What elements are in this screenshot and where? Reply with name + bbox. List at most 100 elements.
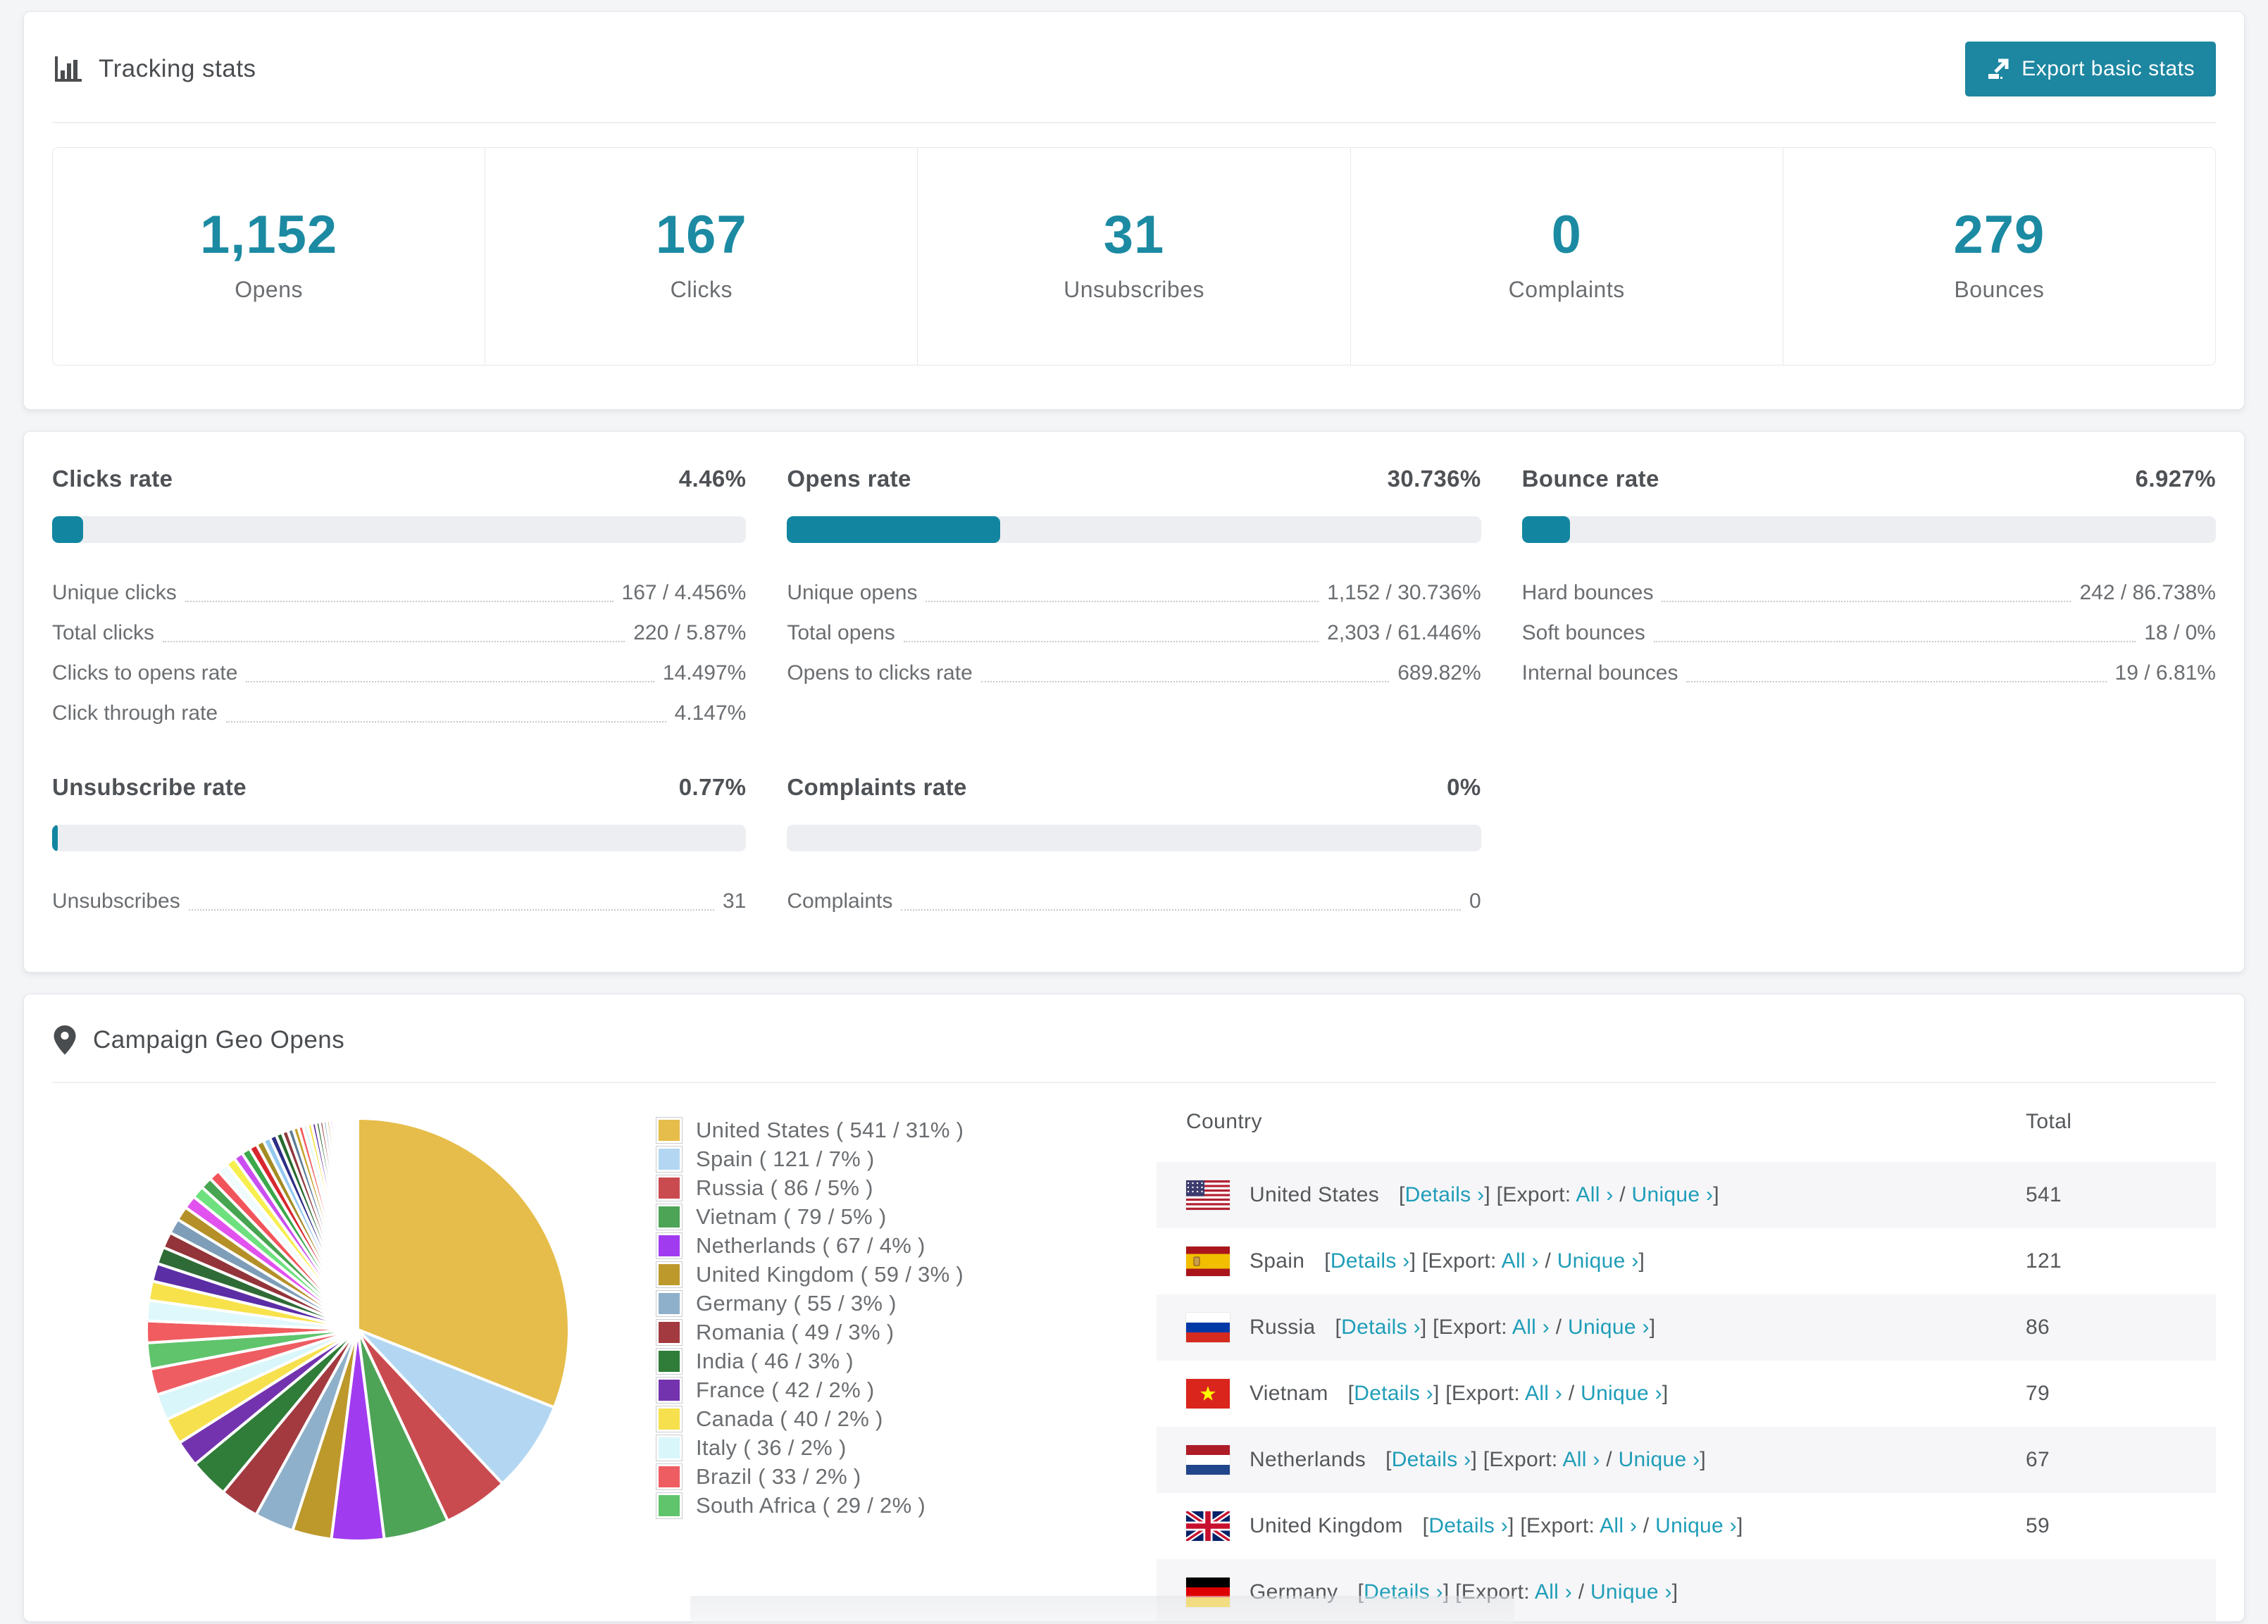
export-unique-link[interactable]: Unique › bbox=[1581, 1382, 1662, 1405]
details-link[interactable]: Details › bbox=[1341, 1316, 1421, 1339]
legend-swatch bbox=[656, 1145, 683, 1173]
summary-stat-bounces: 279 Bounces bbox=[1782, 148, 2215, 365]
export-icon bbox=[1988, 58, 2009, 79]
rate-row-total-opens: Total opens 2,303 / 61.446% bbox=[787, 613, 1481, 653]
legend-label: South Africa ( 29 / 2% ) bbox=[696, 1492, 926, 1518]
geo-opens-pie-chart bbox=[145, 1116, 571, 1542]
pie-slice-other-45 bbox=[354, 1116, 359, 1330]
rate-row-value: 0 bbox=[1469, 889, 1481, 913]
country-total: 59 bbox=[2026, 1514, 2050, 1537]
tracking-stats-title-text: Tracking stats bbox=[99, 55, 256, 82]
export-all-link[interactable]: All › bbox=[1512, 1316, 1550, 1339]
country-name: Vietnam bbox=[1250, 1382, 1328, 1405]
legend-swatch bbox=[656, 1289, 683, 1317]
country-name: Spain bbox=[1250, 1249, 1305, 1273]
rate-row-label: Hard bounces bbox=[1521, 581, 1654, 604]
export-all-link[interactable]: All › bbox=[1502, 1249, 1539, 1273]
details-link[interactable]: Details › bbox=[1331, 1249, 1410, 1273]
rate-value: 6.927% bbox=[2135, 466, 2216, 492]
legend-swatch bbox=[656, 1434, 683, 1461]
rate-title: Clicks rate bbox=[52, 466, 173, 492]
summary-label: Complaints bbox=[1508, 277, 1625, 302]
summary-label: Bounces bbox=[1954, 277, 2045, 302]
flag-icon-es bbox=[1186, 1247, 1230, 1276]
export-unique-link[interactable]: Unique › bbox=[1590, 1580, 1672, 1604]
summary-value: 279 bbox=[1953, 205, 2045, 265]
legend-item-south-africa: South Africa ( 29 / 2% ) bbox=[656, 1491, 1051, 1520]
legend-item-united-kingdom: United Kingdom ( 59 / 3% ) bbox=[656, 1260, 1051, 1289]
dotted-leader bbox=[980, 681, 1390, 682]
summary-label: Clicks bbox=[670, 277, 733, 302]
legend-swatch bbox=[656, 1318, 683, 1346]
legend-label: France ( 42 / 2% ) bbox=[696, 1377, 875, 1402]
legend-swatch bbox=[656, 1174, 683, 1201]
campaign-stats-page: Tracking stats Export basic stats 1,152 O… bbox=[0, 0, 2268, 1622]
export-unique-link[interactable]: Unique › bbox=[1619, 1448, 1700, 1471]
export-all-link[interactable]: All › bbox=[1562, 1448, 1600, 1471]
geo-opens-header: Campaign Geo Opens bbox=[52, 994, 2216, 1083]
rate-row-label: Unsubscribes bbox=[52, 889, 180, 913]
export-unique-link[interactable]: Unique › bbox=[1557, 1249, 1639, 1273]
legend-label: Romania ( 49 / 3% ) bbox=[696, 1319, 895, 1344]
export-all-link[interactable]: All › bbox=[1600, 1514, 1637, 1537]
summary-value: 0 bbox=[1551, 205, 1582, 265]
dotted-leader bbox=[901, 909, 1461, 911]
legend-label: Russia ( 86 / 5% ) bbox=[696, 1175, 873, 1200]
rate-title: Opens rate bbox=[787, 466, 911, 492]
details-link[interactable]: Details › bbox=[1354, 1382, 1433, 1405]
rate-row-complaints: Complaints 0 bbox=[787, 881, 1481, 921]
legend-item-germany: Germany ( 55 / 3% ) bbox=[656, 1289, 1051, 1318]
rate-section-unsubscribe-rate: Unsubscribe rate 0.77% Unsubscribes 31 bbox=[52, 774, 747, 921]
rates-grid: Clicks rate 4.46% Unique clicks 167 / 4.456… bbox=[52, 466, 2216, 921]
legend-swatch bbox=[656, 1492, 683, 1519]
summary-value: 31 bbox=[1103, 205, 1165, 265]
rate-progressbar bbox=[52, 825, 747, 851]
details-link[interactable]: Details › bbox=[1428, 1514, 1508, 1537]
rate-section-clicks-rate: Clicks rate 4.46% Unique clicks 167 / 4.456… bbox=[52, 466, 747, 733]
export-unique-link[interactable]: Unique › bbox=[1632, 1183, 1714, 1206]
rate-row-internal-bounces: Internal bounces 19 / 6.81% bbox=[1522, 653, 2216, 693]
rate-row-value: 18 / 0% bbox=[2144, 621, 2216, 644]
row-links: [Details ›] [Export: All › / Unique ›] bbox=[1385, 1448, 1706, 1471]
dotted-leader bbox=[1653, 641, 2136, 642]
flag-icon-nl bbox=[1186, 1445, 1230, 1475]
legend-label: Italy ( 36 / 2% ) bbox=[696, 1435, 847, 1460]
legend-swatch bbox=[656, 1405, 683, 1432]
rate-row-value: 689.82% bbox=[1397, 661, 1481, 685]
export-button-label: Export basic stats bbox=[2021, 57, 2195, 80]
legend-label: United States ( 541 / 31% ) bbox=[696, 1117, 964, 1142]
tracking-stats-title: Tracking stats bbox=[52, 54, 256, 85]
rate-progressbar bbox=[1521, 516, 2216, 543]
geo-table-total-header: Total bbox=[2026, 1110, 2072, 1133]
export-unique-link[interactable]: Unique › bbox=[1655, 1514, 1737, 1537]
export-unique-link[interactable]: Unique › bbox=[1568, 1316, 1650, 1339]
legend-item-netherlands: Netherlands ( 67 / 4% ) bbox=[656, 1231, 1051, 1260]
rate-row-value: 1,152 / 30.736% bbox=[1327, 581, 1481, 604]
export-basic-stats-button[interactable]: Export basic stats bbox=[1965, 42, 2216, 96]
rate-title: Complaints rate bbox=[787, 774, 967, 800]
map-pin-icon bbox=[54, 1025, 76, 1055]
export-all-link[interactable]: All › bbox=[1576, 1183, 1613, 1206]
dotted-leader bbox=[903, 641, 1319, 642]
rate-row-label: Clicks to opens rate bbox=[52, 661, 238, 685]
summary-stat-unsubscribes: 31 Unsubscribes bbox=[917, 148, 1350, 365]
country-name: United Kingdom bbox=[1250, 1514, 1403, 1537]
tracking-stats-card: Tracking stats Export basic stats 1,152 O… bbox=[23, 11, 2245, 410]
summary-stat-clicks: 167 Clicks bbox=[485, 148, 917, 365]
details-link[interactable]: Details › bbox=[1405, 1183, 1485, 1206]
geo-opens-title: Campaign Geo Opens bbox=[52, 1024, 344, 1056]
rate-progressbar-fill bbox=[787, 516, 1001, 543]
geo-table-row-vietnam: Vietnam [Details ›] [Export: All › / Uniq… bbox=[1157, 1361, 2216, 1427]
rate-title: Bounce rate bbox=[1521, 466, 1659, 492]
rate-value: 0.77% bbox=[678, 774, 747, 800]
rate-row-value: 31 bbox=[722, 889, 747, 913]
row-links: [Details ›] [Export: All › / Unique ›] bbox=[1347, 1382, 1669, 1405]
rate-row-value: 2,303 / 61.446% bbox=[1327, 621, 1481, 644]
rate-row-label: Total clicks bbox=[52, 621, 155, 644]
export-all-link[interactable]: All › bbox=[1535, 1580, 1572, 1604]
details-link[interactable]: Details › bbox=[1392, 1448, 1471, 1471]
flag-icon-us bbox=[1186, 1180, 1230, 1210]
geo-table-row-spain: Spain [Details ›] [Export: All › / Unique… bbox=[1157, 1228, 2216, 1294]
export-all-link[interactable]: All › bbox=[1525, 1382, 1562, 1405]
legend-swatch bbox=[656, 1261, 683, 1288]
